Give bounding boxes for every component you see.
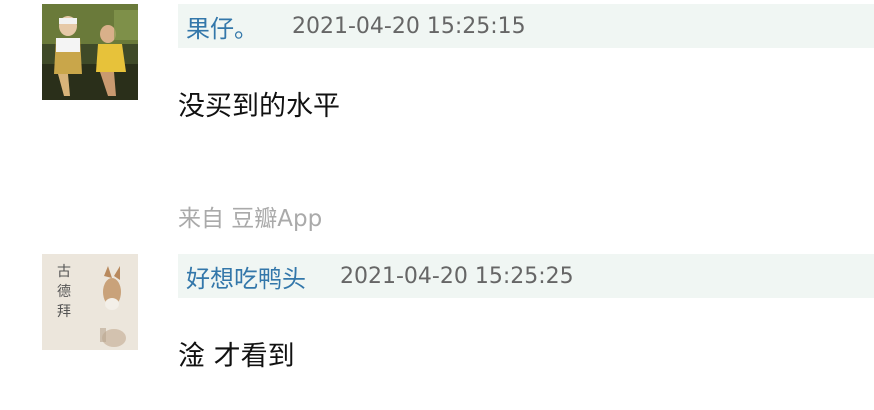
comment-author-link[interactable]: 果仔。	[186, 9, 258, 44]
avatar-image: 古 德 拜	[42, 254, 138, 350]
user-avatar[interactable]: 古 德 拜	[42, 254, 138, 350]
avatar-image	[42, 4, 138, 100]
avatar-text: 拜	[57, 304, 71, 320]
comment-header: 好想吃鸭头 2021-04-20 15:25:25	[178, 254, 874, 298]
comment-text: 没买到的水平	[178, 91, 340, 122]
avatar-text: 古	[57, 264, 71, 280]
comment-timestamp: 2021-04-20 15:25:25	[340, 263, 574, 289]
comment-author-link[interactable]: 好想吃鸭头	[186, 259, 306, 294]
comment-timestamp: 2021-04-20 15:25:15	[292, 13, 526, 39]
comment-header: 果仔。 2021-04-20 15:25:15	[178, 4, 874, 48]
comment-source: 来自 豆瓣App	[178, 206, 323, 232]
avatar-text: 德	[57, 284, 71, 300]
user-avatar[interactable]	[42, 4, 138, 100]
comment-text: 淦 才看到	[178, 341, 295, 372]
